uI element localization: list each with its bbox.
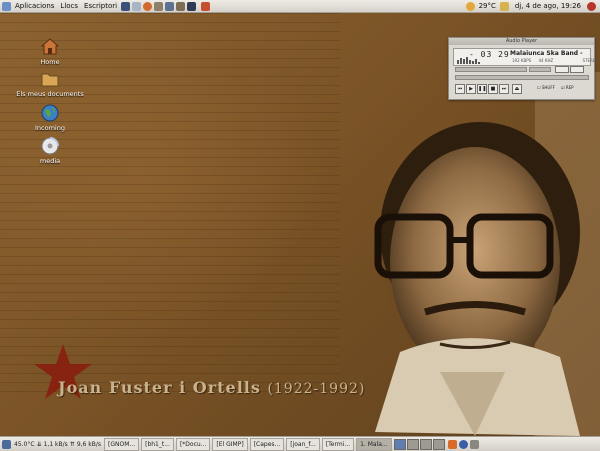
desktop-icon-documents[interactable]: Els meus documents — [15, 70, 85, 98]
balance-slider[interactable] — [529, 67, 551, 72]
power-icon[interactable] — [499, 1, 509, 11]
volume-slider[interactable] — [455, 67, 527, 72]
menu-applications[interactable]: Aplicacions — [12, 0, 57, 12]
clock[interactable]: dj, 4 de ago, 19:26 — [513, 0, 583, 12]
trash-icon[interactable] — [469, 439, 479, 449]
playlist-button[interactable] — [570, 66, 584, 73]
taskbar-item[interactable]: [bh1_t... — [141, 437, 174, 451]
spectrum-icon — [457, 57, 480, 64]
desktop-icon-label: media — [39, 157, 61, 165]
cpu-temperature: 45.0°C — [14, 440, 35, 448]
play-icon[interactable]: ▶ — [466, 84, 476, 94]
cd-icon — [41, 137, 59, 155]
media-player-tray-icon[interactable] — [458, 439, 468, 449]
folder-icon — [41, 73, 59, 87]
taskbar-item[interactable]: [El GIMP] — [212, 437, 248, 451]
home-folder-icon — [41, 38, 59, 55]
eject-icon[interactable]: ⏏ — [512, 84, 522, 94]
player-mode: STEREO — [582, 58, 599, 63]
download-rate: 1,1 kB/s — [43, 440, 68, 448]
editor-launcher-icon[interactable] — [187, 1, 197, 11]
repeat-label: REP — [565, 85, 574, 90]
logout-icon[interactable] — [587, 1, 596, 11]
repeat-toggle[interactable]: ☑ REP — [561, 85, 574, 90]
taskbar-item[interactable]: [Termi... — [321, 437, 355, 451]
bottom-panel: 45.0°C ⇊ 1,1 kB/s ⇈ 9,6 kB/s [GNOM... [b… — [0, 436, 600, 451]
desktop-icon-label: Incoming — [35, 124, 65, 132]
player-specs: 192 KBPS 44 KHZ STEREO — [512, 58, 600, 63]
wallpaper-caption: Joan Fuster i Ortells (1922-1992) — [58, 378, 365, 397]
shuffle-label: SHUFF — [541, 85, 555, 90]
taskbar-item[interactable]: [Capes... — [249, 437, 285, 451]
audio-player-titlebar[interactable]: Audio Player — [449, 38, 594, 45]
caption-years: (1922-1992) — [267, 381, 366, 397]
workspace-3[interactable] — [419, 438, 432, 450]
desktop-icon-incoming[interactable]: Incoming — [15, 104, 85, 132]
player-samplerate: 44 KHZ — [538, 58, 554, 63]
desktop-wallpaper: Joan Fuster i Ortells (1922-1992) Home E… — [0, 12, 600, 436]
audio-player-window[interactable]: Audio Player - 03 29 Malaiunca Ska Band … — [448, 37, 599, 100]
shuffle-toggle[interactable]: ☐ SHUFF — [537, 85, 555, 90]
firefox-tray-icon[interactable] — [447, 439, 457, 449]
menu-places[interactable]: Llocs — [57, 0, 81, 12]
portrait-photo — [374, 72, 600, 436]
archive-launcher-icon[interactable] — [176, 1, 186, 11]
player-bitrate: 192 KBPS — [512, 58, 532, 63]
workspace-2[interactable] — [406, 438, 419, 450]
taskbar-item[interactable]: [GNOM... — [104, 437, 140, 451]
desktop-icon-label: Home — [40, 58, 60, 66]
terminal-launcher-icon[interactable] — [121, 1, 131, 11]
desktop-icon-home[interactable]: Home — [15, 38, 85, 66]
workspace-1[interactable] — [393, 438, 406, 450]
pause-icon[interactable]: ❚❚ — [477, 84, 487, 94]
top-panel: Aplicacions Llocs Escriptori 29°C dj, 4 … — [0, 0, 600, 13]
player-display: - 03 29 Malaiunca Ska Band - 192 KBPS 44… — [453, 48, 599, 66]
taskbar-item[interactable]: [joan_f... — [286, 437, 320, 451]
upload-rate: 9,6 kB/s — [76, 440, 101, 448]
search-icon[interactable] — [132, 1, 142, 11]
files-launcher-icon[interactable] — [165, 1, 175, 11]
desktop-icon-label: Els meus documents — [16, 90, 84, 98]
stop-icon[interactable]: ■ — [488, 84, 498, 94]
desktop-icon-media[interactable]: media — [15, 137, 85, 165]
equalizer-button[interactable] — [555, 66, 569, 73]
globe-icon — [41, 104, 59, 122]
workspace-4[interactable] — [432, 438, 445, 450]
update-notifier-icon[interactable] — [201, 1, 211, 11]
weather-temp[interactable]: 29°C — [479, 0, 496, 12]
weather-sun-icon[interactable] — [465, 1, 475, 11]
next-icon[interactable]: ⏭ — [499, 84, 509, 94]
gimp-icon[interactable] — [154, 1, 164, 11]
firefox-icon[interactable] — [143, 1, 153, 11]
show-desktop-icon[interactable] — [2, 439, 11, 449]
gnome-foot-icon[interactable] — [2, 1, 11, 11]
taskbar-item-active[interactable]: 1. Mala... — [356, 437, 392, 451]
seek-bar[interactable] — [455, 75, 589, 80]
previous-icon[interactable]: ⏮ — [455, 84, 465, 94]
player-song-title: Malaiunca Ska Band - — [510, 50, 583, 57]
system-tray: 29°C dj, 4 de ago, 19:26 — [465, 0, 600, 12]
menu-desktop[interactable]: Escriptori — [81, 0, 120, 12]
taskbar-item[interactable]: [*Docu... — [175, 437, 211, 451]
handwriting-texture — [0, 12, 340, 392]
caption-name: Joan Fuster i Ortells — [58, 378, 261, 397]
